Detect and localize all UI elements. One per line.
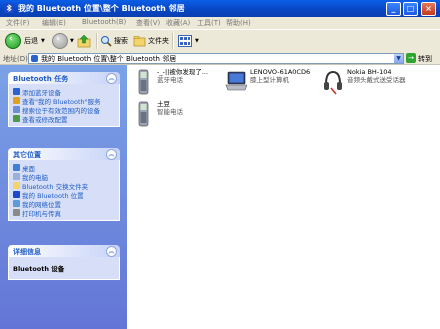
task-pane: Bluetooth 任务 ︽ 添加蓝牙设备 查看"我的 Bluetooth"服务… [0, 65, 127, 329]
device-list: -_-||被你发现了... 蓝牙电话 LENOVO-61A0CD6 膝上型计算机 [127, 65, 440, 329]
address-input[interactable]: 我的 Bluetooth 位置\整个 Bluetooth 邻居 ▼ [28, 53, 404, 64]
menu-bar: 文件(F) 编辑(E) Bluetooth(B) 查看(V) 收藏(A) 工具(… [0, 17, 440, 29]
device-name: Nokia BH-104 [347, 68, 392, 76]
go-button[interactable]: 转到 [418, 54, 432, 64]
printer-icon [13, 209, 20, 216]
device-name: LENOVO-61A0CD6 [250, 68, 311, 76]
other-places-list: 桌面 我的电脑 Bluetooth 交换文件夹 我的 Bluetooth 位置 … [8, 160, 120, 221]
collapse-chevron-icon[interactable]: ︽ [106, 73, 117, 84]
search-label: 搜索 [114, 37, 128, 45]
task-label: 查看或修改配置 [22, 115, 68, 124]
folders-icon [133, 36, 146, 47]
toolbar-separator-2 [172, 33, 174, 49]
other-places-panel: 其它位置 ︽ 桌面 我的电脑 Bluetooth 交换文件夹 我的 Blueto… [8, 148, 120, 221]
views-button[interactable]: ▼ [178, 33, 199, 49]
forward-dropdown-icon[interactable]: ▼ [70, 38, 74, 44]
other-places-title: 其它位置 [13, 151, 41, 159]
address-bar: 地址(D) 我的 Bluetooth 位置\整个 Bluetooth 邻居 ▼ … [0, 52, 440, 65]
maximize-button[interactable]: □ [403, 2, 418, 16]
go-arrow-icon[interactable]: → [406, 53, 416, 63]
forward-button[interactable]: › ▼ [52, 33, 74, 49]
menu-tools[interactable]: 工具(T) [197, 18, 221, 28]
place-label: 打印机与传真 [22, 209, 61, 218]
network-icon [13, 200, 20, 207]
config-icon [13, 115, 20, 122]
search-icon [101, 36, 112, 47]
toolbar: ‹ 后退 ▼ › ▼ 搜索 文件夹 ▼ [0, 29, 440, 53]
device-item[interactable]: 土豆 智能电话 [132, 100, 183, 130]
collapse-chevron-icon[interactable]: ︽ [106, 149, 117, 160]
address-value: 我的 Bluetooth 位置\整个 Bluetooth 邻居 [41, 55, 177, 63]
details-text: Bluetooth 设备 [13, 265, 65, 273]
bluetooth-tasks-title: Bluetooth 任务 [13, 75, 69, 83]
explorer-window: 我的 Bluetooth 位置\整个 Bluetooth 邻居 _ □ × 文件… [0, 0, 440, 329]
folders-label: 文件夹 [148, 37, 169, 45]
details-panel: 详细信息 ︽ Bluetooth 设备 [8, 245, 120, 280]
address-dropdown-icon[interactable]: ▼ [394, 54, 403, 63]
back-label: 后退 [24, 37, 38, 45]
details-header[interactable]: 详细信息 ︽ [8, 245, 120, 257]
collapse-chevron-icon[interactable]: ︽ [106, 246, 117, 257]
up-button[interactable] [77, 33, 91, 49]
views-dropdown-icon[interactable]: ▼ [195, 38, 199, 44]
device-type: 智能电话 [157, 108, 183, 116]
menu-edit[interactable]: 编辑(E) [42, 18, 66, 28]
up-folder-icon [77, 34, 91, 48]
details-body: Bluetooth 设备 [8, 257, 120, 280]
place-printers[interactable]: 打印机与传真 [13, 208, 115, 218]
device-item[interactable]: Nokia BH-104 音频头戴式送受话器 [322, 68, 406, 98]
search-button[interactable]: 搜索 [100, 33, 128, 49]
address-label: 地址(D) [3, 55, 28, 63]
minimize-button[interactable]: _ [386, 2, 401, 16]
device-item[interactable]: -_-||被你发现了... 蓝牙电话 [132, 68, 208, 98]
task-view-config[interactable]: 查看或修改配置 [13, 114, 115, 124]
bluetooth-tasks-header[interactable]: Bluetooth 任务 ︽ [8, 72, 120, 84]
services-icon [13, 97, 20, 104]
computer-icon [13, 173, 20, 180]
bluetooth-tasks-panel: Bluetooth 任务 ︽ 添加蓝牙设备 查看"我的 Bluetooth"服务… [8, 72, 120, 127]
back-arrow-icon: ‹ [5, 33, 21, 49]
other-places-header[interactable]: 其它位置 ︽ [8, 148, 120, 160]
bluetooth-icon [4, 3, 14, 13]
back-button[interactable]: ‹ 后退 ▼ [5, 33, 45, 49]
views-icon [178, 35, 192, 47]
device-name: 土豆 [157, 100, 170, 108]
details-title: 详细信息 [13, 248, 41, 256]
phone-icon [138, 101, 149, 127]
menu-favorites[interactable]: 收藏(A) [166, 18, 190, 28]
device-item[interactable]: LENOVO-61A0CD6 膝上型计算机 [225, 68, 310, 98]
device-type: 音频头戴式送受话器 [347, 76, 406, 84]
device-name: -_-||被你发现了... [157, 68, 209, 76]
menu-bluetooth[interactable]: Bluetooth(B) [82, 18, 126, 26]
title-bar[interactable]: 我的 Bluetooth 位置\整个 Bluetooth 邻居 _ □ × [0, 0, 440, 17]
back-dropdown-icon[interactable]: ▼ [41, 38, 45, 44]
menu-view[interactable]: 查看(V) [136, 18, 160, 28]
device-type: 蓝牙电话 [157, 76, 183, 84]
forward-arrow-icon: › [52, 33, 68, 49]
menu-help[interactable]: 帮助(H) [226, 18, 251, 28]
folders-button[interactable]: 文件夹 [133, 33, 169, 49]
add-device-icon [13, 88, 20, 95]
desktop-icon [13, 164, 20, 171]
phone-icon [138, 69, 149, 95]
bluetooth-icon [13, 191, 20, 198]
device-type: 膝上型计算机 [250, 76, 289, 84]
folder-icon [13, 182, 20, 189]
headset-icon [324, 70, 342, 95]
search-devices-icon [13, 106, 20, 113]
menu-file[interactable]: 文件(F) [6, 18, 30, 28]
bluetooth-tasks-list: 添加蓝牙设备 查看"我的 Bluetooth"服务 搜索位于有效范围内的设备 查… [8, 84, 120, 127]
bluetooth-location-icon [31, 55, 38, 62]
close-button[interactable]: × [421, 2, 436, 16]
laptop-icon [225, 71, 247, 91]
window-title: 我的 Bluetooth 位置\整个 Bluetooth 邻居 [18, 4, 185, 13]
toolbar-separator [96, 33, 98, 49]
